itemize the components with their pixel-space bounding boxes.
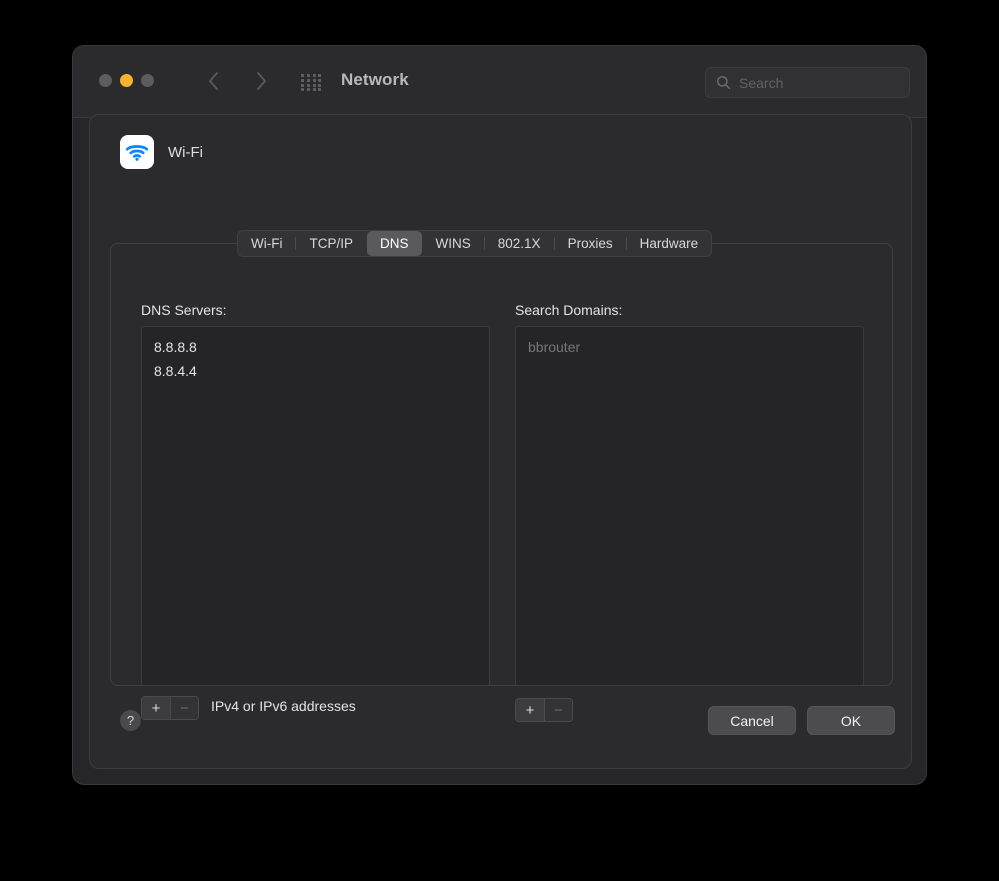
service-name-label: Wi-Fi	[168, 144, 203, 161]
ok-button[interactable]: OK	[807, 706, 895, 735]
search-domains-label: Search Domains:	[515, 302, 622, 318]
tab-8021x[interactable]: 802.1X	[485, 231, 554, 256]
close-window-button[interactable]	[99, 74, 112, 87]
tab-hardware[interactable]: Hardware	[627, 231, 712, 256]
tab-proxies[interactable]: Proxies	[555, 231, 626, 256]
dns-servers-label: DNS Servers:	[141, 302, 227, 318]
search-input[interactable]: Search	[739, 75, 783, 91]
dns-settings-sheet: Wi-Fi Wi-Fi TCP/IP DNS WINS 802.1X Proxi…	[89, 114, 912, 769]
show-all-icon[interactable]	[301, 74, 323, 92]
zoom-window-button[interactable]	[141, 74, 154, 87]
wifi-icon	[120, 135, 154, 169]
add-search-domain-button[interactable]: +	[516, 699, 544, 721]
traffic-light-group	[99, 74, 154, 87]
tab-wins[interactable]: WINS	[423, 231, 484, 256]
remove-search-domain-button[interactable]: −	[544, 699, 572, 721]
settings-tab-bar: Wi-Fi TCP/IP DNS WINS 802.1X Proxies Har…	[237, 230, 712, 257]
window-titlebar: Network Search	[73, 46, 926, 118]
list-item[interactable]: bbrouter	[516, 335, 863, 359]
address-format-hint: IPv4 or IPv6 addresses	[211, 698, 356, 714]
network-preferences-window: Network Search Wi-Fi	[72, 45, 927, 785]
tab-wifi[interactable]: Wi-Fi	[238, 231, 295, 256]
minimize-window-button[interactable]	[120, 74, 133, 87]
tab-dns[interactable]: DNS	[367, 231, 422, 256]
tab-tcpip[interactable]: TCP/IP	[296, 231, 366, 256]
add-dns-server-button[interactable]: +	[142, 697, 170, 719]
dns-servers-list[interactable]: 8.8.8.8 8.8.4.4	[141, 326, 490, 686]
page-title: Network	[341, 70, 409, 90]
search-domain-add-remove-controls: + −	[515, 698, 573, 722]
cancel-button[interactable]: Cancel	[708, 706, 796, 735]
remove-dns-server-button[interactable]: −	[170, 697, 198, 719]
service-header: Wi-Fi	[120, 135, 203, 169]
search-field[interactable]: Search	[705, 67, 910, 98]
dns-add-remove-controls: + −	[141, 696, 199, 720]
dns-tab-panel: DNS Servers: 8.8.8.8 8.8.4.4 Search Doma…	[110, 243, 893, 686]
search-icon	[716, 75, 731, 90]
search-domains-list[interactable]: bbrouter	[515, 326, 864, 686]
forward-arrow-icon[interactable]	[249, 68, 273, 94]
list-item[interactable]: 8.8.8.8	[142, 335, 489, 359]
help-button[interactable]: ?	[120, 710, 141, 731]
navigation-arrows	[201, 68, 273, 94]
back-arrow-icon[interactable]	[201, 68, 225, 94]
list-item[interactable]: 8.8.4.4	[142, 359, 489, 383]
